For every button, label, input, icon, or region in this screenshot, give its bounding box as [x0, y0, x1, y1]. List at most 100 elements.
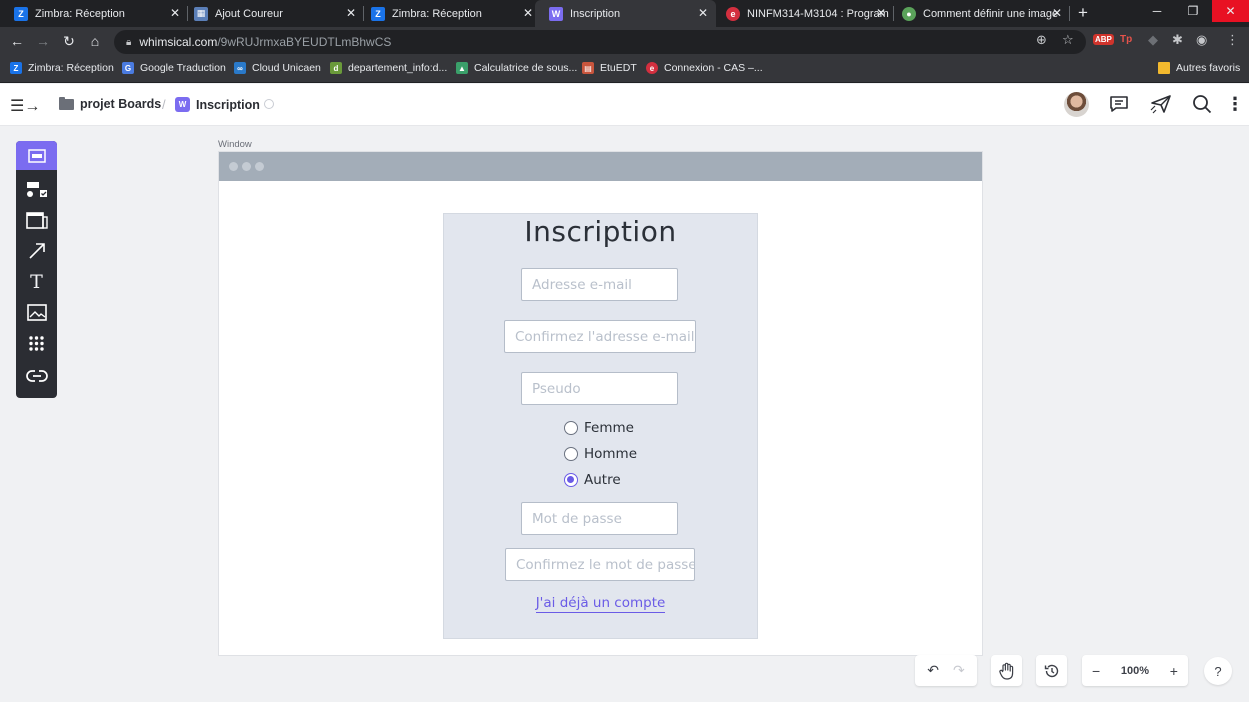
confirm-email-field[interactable]: Confirmez l'adresse e-mail [504, 320, 696, 353]
radio-selected-icon[interactable] [564, 473, 578, 487]
address-bar: ← → ↻ ⌂ 🔒︎ whimsical.com /9wRUJrmxaBYEUD… [0, 27, 1249, 57]
undo-redo-group: ↶ ↷ [915, 655, 977, 686]
close-tab-icon[interactable]: ✕ [346, 6, 356, 20]
close-tab-icon[interactable]: ✕ [698, 6, 708, 20]
browser-tab[interactable]: ● Comment définir une image ✕ [888, 0, 1070, 27]
window-label: Window [218, 139, 252, 150]
bookmark-item[interactable]: ▤ EtuEDT [582, 62, 637, 74]
tab-label: Inscription [570, 7, 621, 20]
site-icon: ● [902, 6, 916, 21]
zoom-lens-icon[interactable]: ⊕ [1036, 32, 1047, 48]
reload-icon[interactable]: ↻ [60, 33, 78, 50]
minimize-icon[interactable]: ─ [1140, 0, 1174, 22]
bookmark-item[interactable]: Z Zimbra: Réception [10, 62, 114, 74]
text-tool-icon[interactable]: T [16, 267, 57, 296]
pseudo-field[interactable]: Pseudo [521, 372, 678, 405]
url-path: /9wRUJrmxaBYEUDTLmBhwCS [217, 35, 392, 49]
bookmark-item[interactable]: ▲ Calculatrice de sous... [456, 62, 577, 74]
avatar[interactable] [1064, 92, 1089, 117]
tab-label: Zimbra: Réception [35, 7, 125, 20]
app-header: ☰→ projet Boards / W Inscription [0, 84, 1249, 126]
radio-autre[interactable]: Autre [564, 472, 621, 488]
close-tab-icon[interactable]: ✕ [170, 6, 180, 20]
extension-icon[interactable]: ◆ [1148, 32, 1158, 48]
browser-tab[interactable]: Z Zimbra: Réception ✕ [357, 0, 541, 27]
breadcrumb-folder[interactable]: projet Boards [59, 96, 161, 111]
arrow-tool-icon[interactable] [16, 236, 57, 265]
page-title: Inscription [524, 215, 677, 248]
insert-toolbar: T [16, 141, 57, 398]
comments-icon[interactable] [1107, 92, 1131, 116]
zoom-control: − 100% + [1082, 655, 1188, 686]
bookmark-star-icon[interactable]: ☆ [1062, 32, 1074, 48]
other-bookmarks[interactable]: Autres favoris [1158, 62, 1240, 74]
radio-circle-icon[interactable] [564, 447, 578, 461]
bookmark-item[interactable]: ∞ Cloud Unicaen [234, 62, 321, 74]
close-window-icon[interactable]: ✕ [1212, 0, 1249, 22]
window-dot-icon [242, 162, 251, 171]
window-titlebar [219, 152, 982, 181]
grid-tool-icon[interactable] [16, 329, 57, 358]
zoom-in-icon[interactable]: + [1170, 663, 1178, 679]
browser-tab[interactable]: e NINFM314-M3104 : Program ✕ [712, 0, 894, 27]
cloud-icon: ∞ [234, 62, 246, 74]
back-icon[interactable]: ← [8, 33, 26, 49]
wireframe-tool-icon[interactable] [16, 141, 57, 170]
browser-tab[interactable]: Z Zimbra: Réception ✕ [0, 0, 188, 27]
browser-tab[interactable]: ▦ Ajout Coureur ✕ [180, 0, 364, 27]
puzzle-icon[interactable]: ✱ [1172, 32, 1183, 48]
link-tool-icon[interactable] [16, 361, 57, 390]
lock-icon[interactable]: 🔒︎ [126, 37, 131, 48]
login-link[interactable]: J'ai déjà un compte [443, 595, 758, 613]
sidebar-toggle-icon[interactable]: ☰→ [10, 96, 40, 116]
bookmark-item[interactable]: d departement_info:d... [330, 62, 447, 74]
password-field[interactable]: Mot de passe [521, 502, 678, 535]
close-tab-icon[interactable]: ✕ [523, 6, 533, 20]
breadcrumb-board[interactable]: W Inscription [175, 97, 260, 112]
hand-tool-icon[interactable] [991, 655, 1022, 686]
adblock-icon[interactable]: ABP [1093, 34, 1114, 45]
radio-circle-icon[interactable] [564, 421, 578, 435]
undo-icon[interactable]: ↶ [927, 662, 939, 679]
ecampus-icon: e [726, 6, 740, 21]
close-tab-icon[interactable]: ✕ [876, 6, 886, 20]
confirm-password-field[interactable]: Confirmez le mot de passe [505, 548, 695, 581]
frame-tool-icon[interactable] [16, 205, 57, 234]
radio-femme[interactable]: Femme [564, 420, 634, 436]
bookmark-item[interactable]: G Google Traduction [122, 62, 226, 74]
radio-homme[interactable]: Homme [564, 446, 637, 462]
sync-status-icon [264, 99, 274, 109]
new-tab-icon[interactable]: + [1078, 3, 1088, 23]
zimbra-icon: Z [10, 62, 22, 74]
google-translate-icon: G [122, 62, 134, 74]
zimbra-icon: Z [14, 6, 28, 21]
redo-icon[interactable]: ↷ [953, 662, 965, 679]
share-icon[interactable] [1149, 92, 1173, 116]
window-dot-icon [229, 162, 238, 171]
close-tab-icon[interactable]: ✕ [1052, 6, 1062, 20]
whimsical-icon: W [175, 97, 190, 112]
restore-icon[interactable]: ❐ [1176, 0, 1210, 22]
cas-icon: e [646, 62, 658, 74]
search-icon[interactable] [1190, 92, 1214, 116]
history-icon[interactable] [1036, 655, 1067, 686]
url-input[interactable]: 🔒︎ whimsical.com /9wRUJrmxaBYEUDTLmBhwCS [114, 30, 1086, 54]
form-elements-icon[interactable] [16, 175, 57, 204]
email-field[interactable]: Adresse e-mail [521, 268, 678, 301]
image-tool-icon[interactable] [16, 298, 57, 327]
browser-tab-active[interactable]: W Inscription ✕ [535, 0, 716, 27]
home-icon[interactable]: ⌂ [86, 33, 104, 49]
help-button[interactable]: ? [1204, 657, 1232, 685]
extension-tp-icon[interactable]: Tp [1120, 34, 1132, 45]
kebab-menu-icon[interactable]: ⋮ [1226, 32, 1239, 48]
bookmark-item[interactable]: e Connexion - CAS –... [646, 62, 763, 74]
zoom-out-icon[interactable]: − [1092, 663, 1100, 679]
page-icon: ▦ [194, 6, 208, 21]
zoom-level[interactable]: 100% [1121, 665, 1149, 677]
more-menu-icon[interactable]: ⋮ [1225, 92, 1245, 116]
browser-tab-bar: Z Zimbra: Réception ✕ ▦ Ajout Coureur ✕ … [0, 0, 1249, 27]
zimbra-icon: Z [371, 6, 385, 21]
profile-icon[interactable]: ◉ [1196, 32, 1207, 48]
calendar-icon: ▤ [582, 62, 594, 74]
forward-icon[interactable]: → [34, 33, 52, 49]
